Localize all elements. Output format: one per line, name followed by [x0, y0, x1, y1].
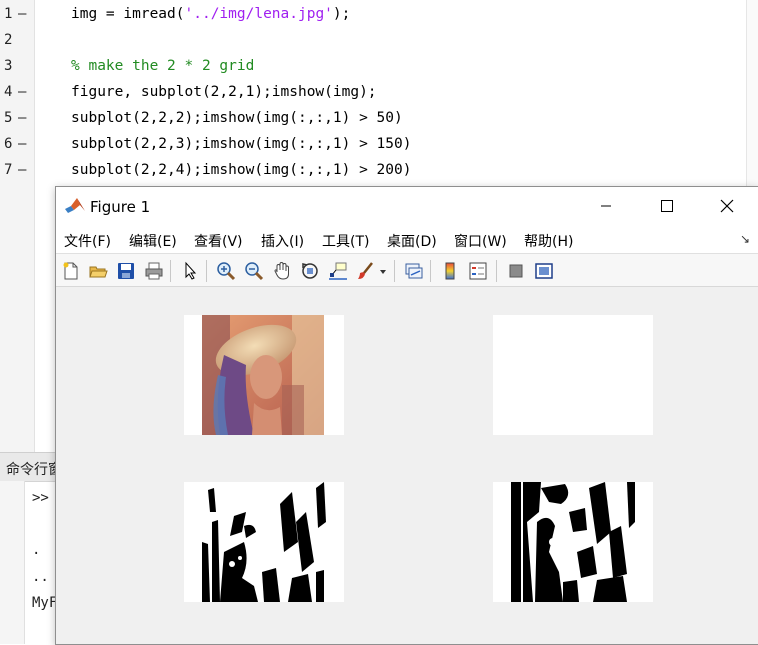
print-icon[interactable]: [144, 261, 164, 281]
new-figure-icon[interactable]: [61, 261, 81, 281]
open-file-icon[interactable]: [88, 261, 108, 281]
line-number: 6: [4, 136, 13, 152]
menu-window[interactable]: 窗口(W): [454, 231, 507, 251]
subplot-3-threshold-150[interactable]: [184, 482, 344, 602]
zoom-in-icon[interactable]: [216, 261, 236, 281]
line-number: 5: [4, 110, 13, 126]
colorbar-icon[interactable]: [440, 261, 460, 281]
code-line[interactable]: 2: [0, 28, 746, 52]
menu-file[interactable]: 文件(F): [64, 231, 111, 251]
figure-window[interactable]: Figure 1 文件(F) 编辑(E) 查看(V) 插入(I) 工具(T) 桌…: [55, 186, 758, 645]
figure-menubar: 文件(F) 编辑(E) 查看(V) 插入(I) 工具(T) 桌面(D) 窗口(W…: [56, 225, 758, 254]
maximize-button[interactable]: [644, 187, 690, 225]
code-text: subplot(2,2,3);imshow(img(:,:,1) > 150): [71, 136, 412, 152]
subplot-4-threshold-200[interactable]: [493, 482, 653, 602]
code-comment: % make the 2 * 2 grid: [71, 58, 255, 74]
menu-insert[interactable]: 插入(I): [261, 231, 304, 251]
menu-help[interactable]: 帮助(H): [524, 231, 573, 251]
line-number: 4: [4, 84, 13, 100]
command-window-gutter: [0, 481, 25, 644]
figure-title: Figure 1: [90, 198, 151, 216]
toolbar-separator: [496, 260, 497, 282]
mask-image: [493, 482, 653, 602]
command-output-line: ..: [32, 569, 49, 585]
code-text: subplot(2,2,2);imshow(img(:,:,1) > 50): [71, 110, 403, 126]
pan-hand-icon[interactable]: [272, 261, 292, 281]
select-arrow-icon[interactable]: [180, 261, 200, 281]
breakpoint-marker[interactable]: —: [18, 84, 26, 100]
close-icon: [720, 199, 734, 213]
matlab-logo-icon: [65, 198, 85, 213]
save-icon[interactable]: [116, 261, 136, 281]
menu-view[interactable]: 查看(V): [194, 231, 243, 251]
menu-edit[interactable]: 编辑(E): [129, 231, 177, 251]
breakpoint-marker[interactable]: —: [18, 6, 26, 22]
toolbar-separator: [170, 260, 171, 282]
brush-icon[interactable]: [356, 261, 376, 281]
code-text: subplot(2,2,4);imshow(img(:,:,1) > 200): [71, 162, 412, 178]
breakpoint-marker[interactable]: —: [18, 162, 26, 178]
maximize-icon: [661, 200, 673, 212]
legend-icon[interactable]: [468, 261, 488, 281]
string-literal: '../img/lena.jpg': [184, 6, 333, 22]
code-line[interactable]: 6 — subplot(2,2,3);imshow(img(:,:,1) > 1…: [0, 132, 746, 156]
close-button[interactable]: [704, 187, 750, 225]
line-number: 2: [4, 32, 13, 48]
code-text: img = imread('../img/lena.jpg');: [71, 6, 351, 22]
hide-plot-tools-icon[interactable]: [506, 261, 526, 281]
menu-tools[interactable]: 工具(T): [322, 231, 369, 251]
toolbar-separator: [394, 260, 395, 282]
rotate-3d-icon[interactable]: [300, 261, 320, 281]
zoom-out-icon[interactable]: [244, 261, 264, 281]
brush-dropdown-icon[interactable]: [378, 261, 388, 281]
code-line[interactable]: 7 — subplot(2,2,4);imshow(img(:,:,1) > 2…: [0, 158, 746, 182]
figure-toolbar: [56, 254, 758, 287]
menu-desktop[interactable]: 桌面(D): [387, 231, 437, 251]
code-line[interactable]: 5 — subplot(2,2,2);imshow(img(:,:,1) > 5…: [0, 106, 746, 130]
code-line[interactable]: 4 — figure, subplot(2,2,1);imshow(img);: [0, 80, 746, 104]
subplot-2-threshold-50[interactable]: [493, 315, 653, 435]
show-plot-tools-icon[interactable]: [534, 261, 554, 281]
figure-titlebar[interactable]: Figure 1: [56, 187, 758, 225]
data-cursor-icon[interactable]: [328, 261, 348, 281]
toolbar-separator: [430, 260, 431, 282]
mask-image: [184, 482, 344, 602]
command-prompt[interactable]: >>: [32, 490, 49, 506]
minimize-button[interactable]: [583, 187, 629, 225]
mask-image: [493, 315, 653, 435]
toolbar-separator: [206, 260, 207, 282]
breakpoint-marker[interactable]: —: [18, 110, 26, 126]
line-number: 3: [4, 58, 13, 74]
code-line[interactable]: 3 % make the 2 * 2 grid: [0, 54, 746, 78]
line-number: 7: [4, 162, 13, 178]
photo-image: [202, 315, 324, 435]
figure-canvas[interactable]: [56, 287, 758, 644]
link-plot-icon[interactable]: [404, 261, 424, 281]
line-number: 1: [4, 6, 13, 22]
subplot-1-original[interactable]: [184, 315, 344, 435]
minimize-icon: [601, 205, 611, 207]
code-line[interactable]: 1 — img = imread('../img/lena.jpg');: [0, 2, 746, 26]
breakpoint-marker[interactable]: —: [18, 136, 26, 152]
code-text: figure, subplot(2,2,1);imshow(img);: [71, 84, 377, 100]
menubar-dock-arrow-icon[interactable]: ↘: [740, 232, 750, 246]
command-output-line: .: [32, 542, 41, 558]
